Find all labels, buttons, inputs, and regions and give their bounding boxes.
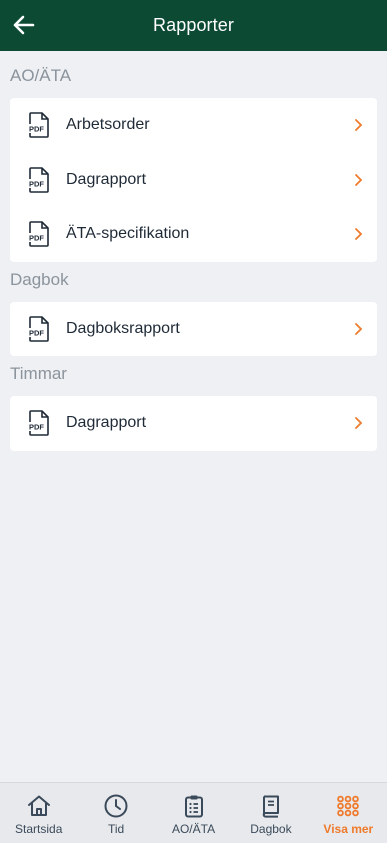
report-item-ata-specifikation[interactable]: PDF ÄTA-specifikation bbox=[10, 207, 377, 262]
svg-text:PDF: PDF bbox=[29, 179, 44, 188]
tab-startsida[interactable]: Startsida bbox=[0, 783, 77, 843]
report-item-dagrapport[interactable]: PDF Dagrapport bbox=[10, 153, 377, 208]
pdf-file-icon: PDF bbox=[28, 221, 49, 248]
home-icon bbox=[27, 795, 50, 816]
clipboard-list-icon bbox=[184, 795, 203, 818]
arrow-left-icon bbox=[13, 15, 35, 35]
tab-ao-ata[interactable]: AO/ÄTA bbox=[155, 783, 232, 843]
report-list-timmar: PDF Dagrapport bbox=[10, 396, 377, 451]
tab-label: Tid bbox=[107, 822, 125, 836]
pdf-file-icon: PDF bbox=[28, 315, 49, 342]
section-title-timmar: Timmar bbox=[10, 364, 67, 383]
report-list-dagbok: PDF Dagboksrapport bbox=[10, 301, 377, 357]
chevron-right-icon bbox=[355, 173, 363, 186]
report-item-label: Dagboksrapport bbox=[66, 319, 180, 337]
chevron-right-icon bbox=[355, 322, 363, 335]
report-item-label: ÄTA-specifikation bbox=[66, 225, 190, 243]
report-item-dagboksrapport[interactable]: PDF Dagboksrapport bbox=[10, 302, 377, 357]
pdf-file-icon: PDF bbox=[28, 166, 49, 193]
chevron-right-icon bbox=[355, 417, 363, 430]
tab-label: AO/ÄTA bbox=[171, 822, 216, 836]
clock-icon bbox=[104, 794, 128, 818]
bottom-tab-bar: Startsida Tid AO/ÄTA Dagbok Visa mer bbox=[0, 782, 387, 843]
chevron-right-icon bbox=[355, 228, 363, 241]
grid-dots-icon bbox=[337, 795, 360, 817]
tab-visa-mer[interactable]: Visa mer bbox=[310, 783, 387, 843]
pdf-file-icon: PDF bbox=[28, 410, 49, 437]
back-button[interactable] bbox=[10, 11, 38, 39]
section-title-dagbok: Dagbok bbox=[10, 269, 69, 289]
top-app-bar: Rapporter bbox=[0, 0, 387, 51]
tab-label: Startsida bbox=[15, 822, 63, 836]
report-item-dagrapport-timmar[interactable]: PDF Dagrapport bbox=[10, 396, 377, 451]
svg-text:PDF: PDF bbox=[29, 328, 44, 337]
report-item-arbetsorder[interactable]: PDF Arbetsorder bbox=[10, 98, 377, 153]
pdf-file-icon: PDF bbox=[28, 112, 49, 139]
chevron-right-icon bbox=[355, 119, 363, 132]
report-list-ao-ata: PDF Arbetsorder PDF Dagrapport PDF ÄTA-s… bbox=[10, 98, 377, 262]
tab-dagbok[interactable]: Dagbok bbox=[232, 783, 309, 843]
svg-text:PDF: PDF bbox=[29, 423, 44, 432]
page-title: Rapporter bbox=[153, 15, 234, 35]
tab-label: Dagbok bbox=[250, 822, 292, 836]
tab-label: Visa mer bbox=[323, 822, 374, 836]
svg-text:PDF: PDF bbox=[29, 234, 44, 243]
report-item-label: Arbetsorder bbox=[66, 116, 150, 134]
book-icon bbox=[262, 795, 279, 818]
report-item-label: Dagrapport bbox=[66, 170, 147, 188]
report-item-label: Dagrapport bbox=[66, 414, 147, 432]
svg-text:PDF: PDF bbox=[29, 125, 44, 134]
section-title-ao-ata: AO/ÄTA bbox=[10, 66, 72, 85]
tab-tid[interactable]: Tid bbox=[77, 783, 154, 843]
